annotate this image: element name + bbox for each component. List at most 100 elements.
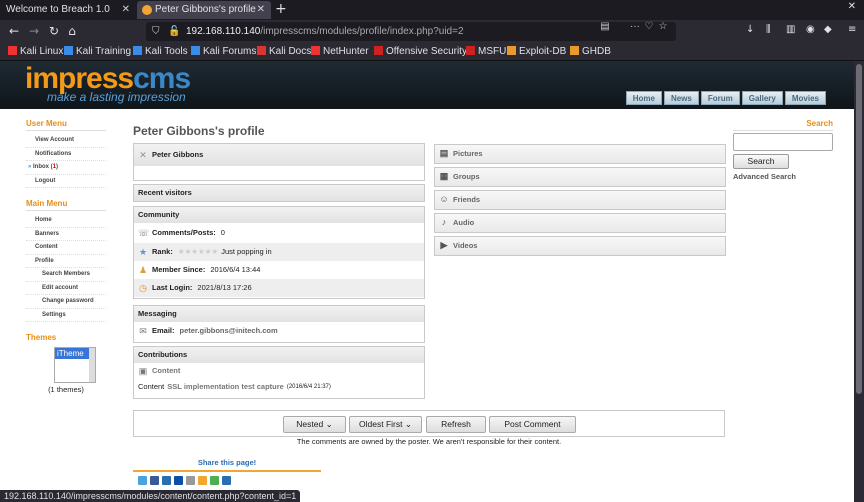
share-more-icon[interactable] [222, 476, 231, 485]
home-icon[interactable]: ⌂ [64, 23, 80, 39]
myspace-icon[interactable] [162, 476, 171, 485]
refresh-button[interactable]: Refresh [426, 416, 486, 433]
advanced-search-link[interactable]: Advanced Search [733, 172, 833, 181]
search-button[interactable]: Search [733, 154, 789, 169]
menu-edit-account[interactable]: Edit account [26, 282, 106, 295]
community-title: Community [134, 207, 424, 223]
menu-profile[interactable]: Profile [26, 255, 106, 268]
google-icon[interactable] [210, 476, 219, 485]
bookmark-kali-training[interactable]: Kali Training [64, 45, 131, 59]
content-link[interactable]: SSL implementation test capture [167, 378, 284, 396]
bookmark-exploit-db[interactable]: Exploit-DB [507, 45, 566, 59]
content-item-row: Content SSL implementation test capture … [134, 379, 424, 395]
rank-row: ★ Rank: ★★★★★★ Just popping in [134, 243, 424, 261]
theme-option-selected[interactable]: iTheme [55, 348, 89, 359]
download-icon[interactable]: ↓ [746, 24, 754, 35]
post-comment-button[interactable]: Post Comment [489, 416, 576, 433]
offsec-icon [374, 46, 383, 55]
tab-profile[interactable]: Peter Gibbons's profile ✕ [137, 1, 271, 19]
site-logo[interactable]: impresscms make a lasting impression [25, 64, 191, 105]
messaging-title: Messaging [134, 306, 424, 322]
delicious-icon[interactable] [174, 476, 183, 485]
comment-mode-select[interactable]: Nested ⌄ [283, 416, 346, 433]
menu-inbox[interactable]: » Inbox (1) [26, 161, 106, 175]
menu-home[interactable]: Home [26, 214, 106, 228]
new-tab-icon[interactable]: + [275, 1, 287, 17]
reload-icon[interactable]: ↻ [46, 23, 62, 39]
kali-icon [8, 46, 17, 55]
bookmark-kali-docs[interactable]: Kali Docs [257, 45, 311, 59]
window-close-icon[interactable]: ✕ [848, 1, 856, 12]
page-title: Peter Gibbons's profile [133, 124, 265, 138]
videos-box[interactable]: ▶ Videos [434, 236, 726, 256]
bookmark-offensive-security[interactable]: Offensive Security [374, 45, 467, 59]
email-value[interactable]: peter.gibbons@initech.com [180, 322, 278, 340]
menu-banners[interactable]: Banners [26, 228, 106, 241]
content-icon: ▣ [138, 366, 148, 376]
theme-select[interactable]: iTheme [54, 347, 96, 383]
bookmark-msfu[interactable]: MSFU [466, 45, 506, 59]
comments-icon: ☏ [138, 228, 150, 238]
library-icon[interactable]: ⫼ [766, 24, 771, 35]
bookmark-star-icon[interactable]: ☆ [658, 22, 668, 32]
page-scrollbar-thumb[interactable] [856, 64, 862, 394]
bookmark-kali-tools[interactable]: Kali Tools [133, 45, 188, 59]
bookmark-kali-linux[interactable]: Kali Linux [8, 45, 63, 59]
bookmark-icon[interactable] [198, 476, 207, 485]
pictures-box[interactable]: ▤ Pictures [434, 144, 726, 164]
nav-forum[interactable]: Forum [700, 91, 740, 105]
avatar-icon: ✕ [139, 150, 147, 160]
reader-icon[interactable]: ▤ [600, 22, 610, 32]
left-column: User Menu View Account Notifications » I… [26, 119, 106, 394]
twitter-icon[interactable] [138, 476, 147, 485]
account-icon[interactable]: ◉ [806, 24, 815, 35]
theme-scrollbar[interactable] [89, 348, 95, 382]
menu-change-password[interactable]: Change password [26, 295, 106, 309]
bookmark-nethunter[interactable]: NetHunter [311, 45, 369, 59]
profile-name: Peter Gibbons [152, 150, 204, 159]
url-bar[interactable]: ⛉ 🔓 192.168.110.140/impresscms/modules/p… [146, 22, 676, 41]
url-path: /impresscms/modules/profile/index.php?ui… [260, 26, 464, 37]
nav-gallery[interactable]: Gallery [741, 91, 783, 105]
more-icon[interactable]: ··· [630, 22, 640, 32]
close-tab-icon[interactable]: ✕ [257, 1, 265, 19]
menu-content[interactable]: Content [26, 241, 106, 255]
bookmark-ghdb[interactable]: GHDB [570, 45, 611, 59]
nav-movies[interactable]: Movies [784, 91, 826, 105]
shield-icon[interactable]: ⛉ [152, 22, 160, 41]
forward-icon[interactable]: → [26, 23, 42, 39]
back-icon[interactable]: ← [6, 23, 22, 39]
pocket-icon[interactable]: ♡ [644, 22, 654, 32]
sidebar-icon[interactable]: ▥ [786, 24, 795, 35]
audio-box[interactable]: ♪ Audio [434, 213, 726, 233]
messaging-box: Messaging ✉ Email: peter.gibbons@initech… [133, 305, 425, 343]
menu-view-account[interactable]: View Account [26, 134, 106, 148]
comment-order-select[interactable]: Oldest First ⌄ [349, 416, 422, 433]
menu-logout[interactable]: Logout [26, 175, 106, 188]
close-tab-icon[interactable]: ✕ [122, 1, 130, 19]
nav-home[interactable]: Home [625, 91, 662, 105]
friends-box[interactable]: ☺ Friends [434, 190, 726, 210]
menu-settings[interactable]: Settings [26, 309, 106, 322]
site-header: impresscms make a lasting impression Hom… [0, 61, 854, 109]
logo-tagline: make a lasting impression [47, 90, 186, 104]
groups-box[interactable]: ▦ Groups [434, 167, 726, 187]
bookmark-kali-forums[interactable]: Kali Forums [191, 45, 256, 59]
menu-notifications[interactable]: Notifications [26, 148, 106, 161]
search-input[interactable] [733, 133, 833, 151]
exploit-db-icon [507, 46, 516, 55]
audio-icon: ♪ [441, 217, 447, 227]
nav-news[interactable]: News [663, 91, 699, 105]
digg-icon[interactable] [186, 476, 195, 485]
share-icons [138, 476, 231, 485]
tab-welcome[interactable]: Welcome to Breach 1.0 ✕ [0, 1, 136, 19]
content-date: (2016/6/4 21:37) [286, 384, 331, 390]
menu-search-members[interactable]: Search Members [26, 268, 106, 282]
kali-icon [64, 46, 73, 55]
lock-icon[interactable]: 🔓 [168, 22, 180, 41]
extension-icon[interactable]: ◆ [824, 24, 832, 35]
menu-icon[interactable]: ≡ [848, 24, 856, 35]
main-menu-title: Main Menu [26, 199, 106, 211]
facebook-icon[interactable] [150, 476, 159, 485]
member-since-row: ♟ Member Since: 2016/6/4 13:44 [134, 261, 424, 279]
